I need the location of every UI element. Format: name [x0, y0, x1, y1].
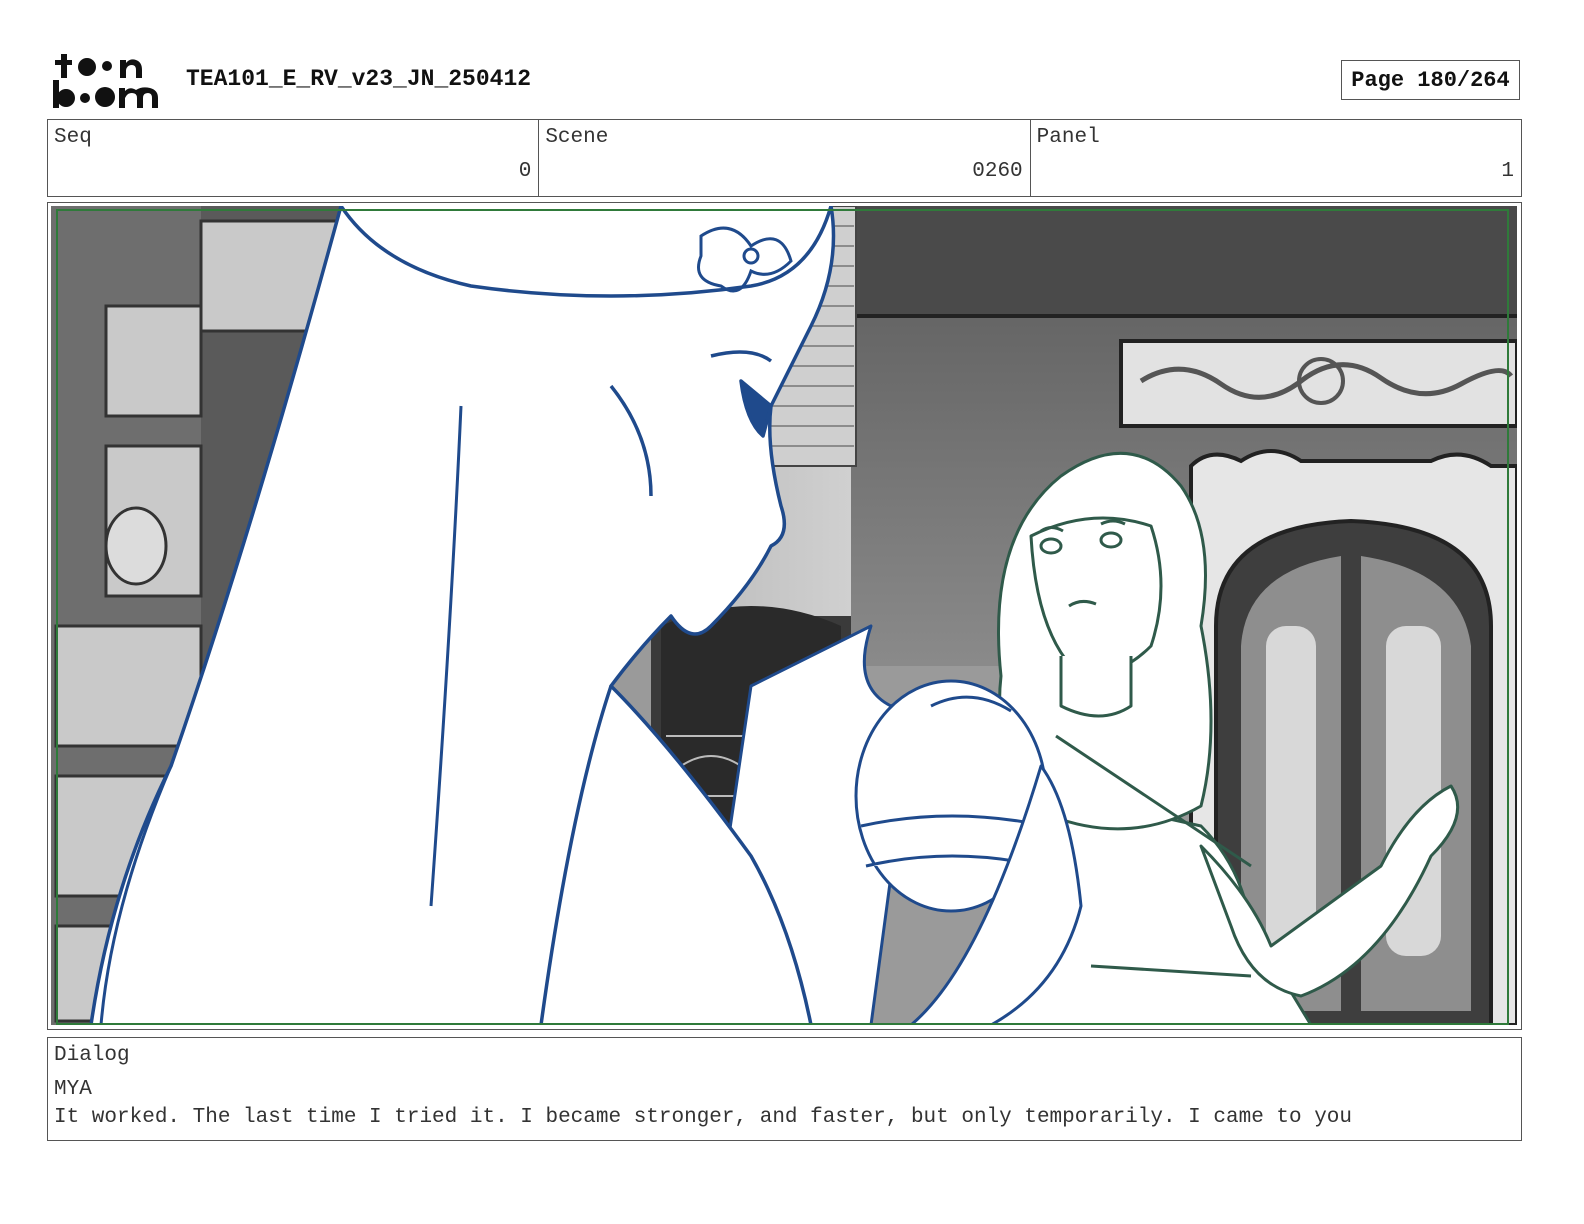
seq-value: 0 — [518, 160, 532, 183]
scene-label: Scene — [545, 126, 609, 149]
project-title: TEA101_E_RV_v23_JN_250412 — [186, 66, 532, 92]
panel-value: 1 — [1501, 160, 1514, 183]
panel-label: Panel — [1036, 126, 1100, 149]
scene-cell: Scene 0260 — [539, 120, 1031, 196]
storyboard-panel — [47, 202, 1522, 1030]
toonboom-logo — [53, 54, 158, 108]
dialog-speaker: MYA — [54, 1078, 92, 1101]
dialog-box: Dialog MYA It worked. The last time I tr… — [47, 1037, 1522, 1141]
seq-cell: Seq 0 — [48, 120, 540, 196]
panel-cell: Panel 1 — [1031, 120, 1521, 196]
seq-label: Seq — [54, 126, 92, 149]
storyboard-drawing — [51, 206, 1517, 1025]
dialog-label: Dialog — [54, 1044, 130, 1067]
dialog-line: It worked. The last time I tried it. I b… — [54, 1106, 1353, 1129]
scene-value: 0260 — [972, 160, 1023, 183]
page-number: Page 180/264 — [1341, 60, 1520, 100]
scene-info-row: Seq 0 Scene 0260 Panel 1 — [47, 119, 1522, 197]
